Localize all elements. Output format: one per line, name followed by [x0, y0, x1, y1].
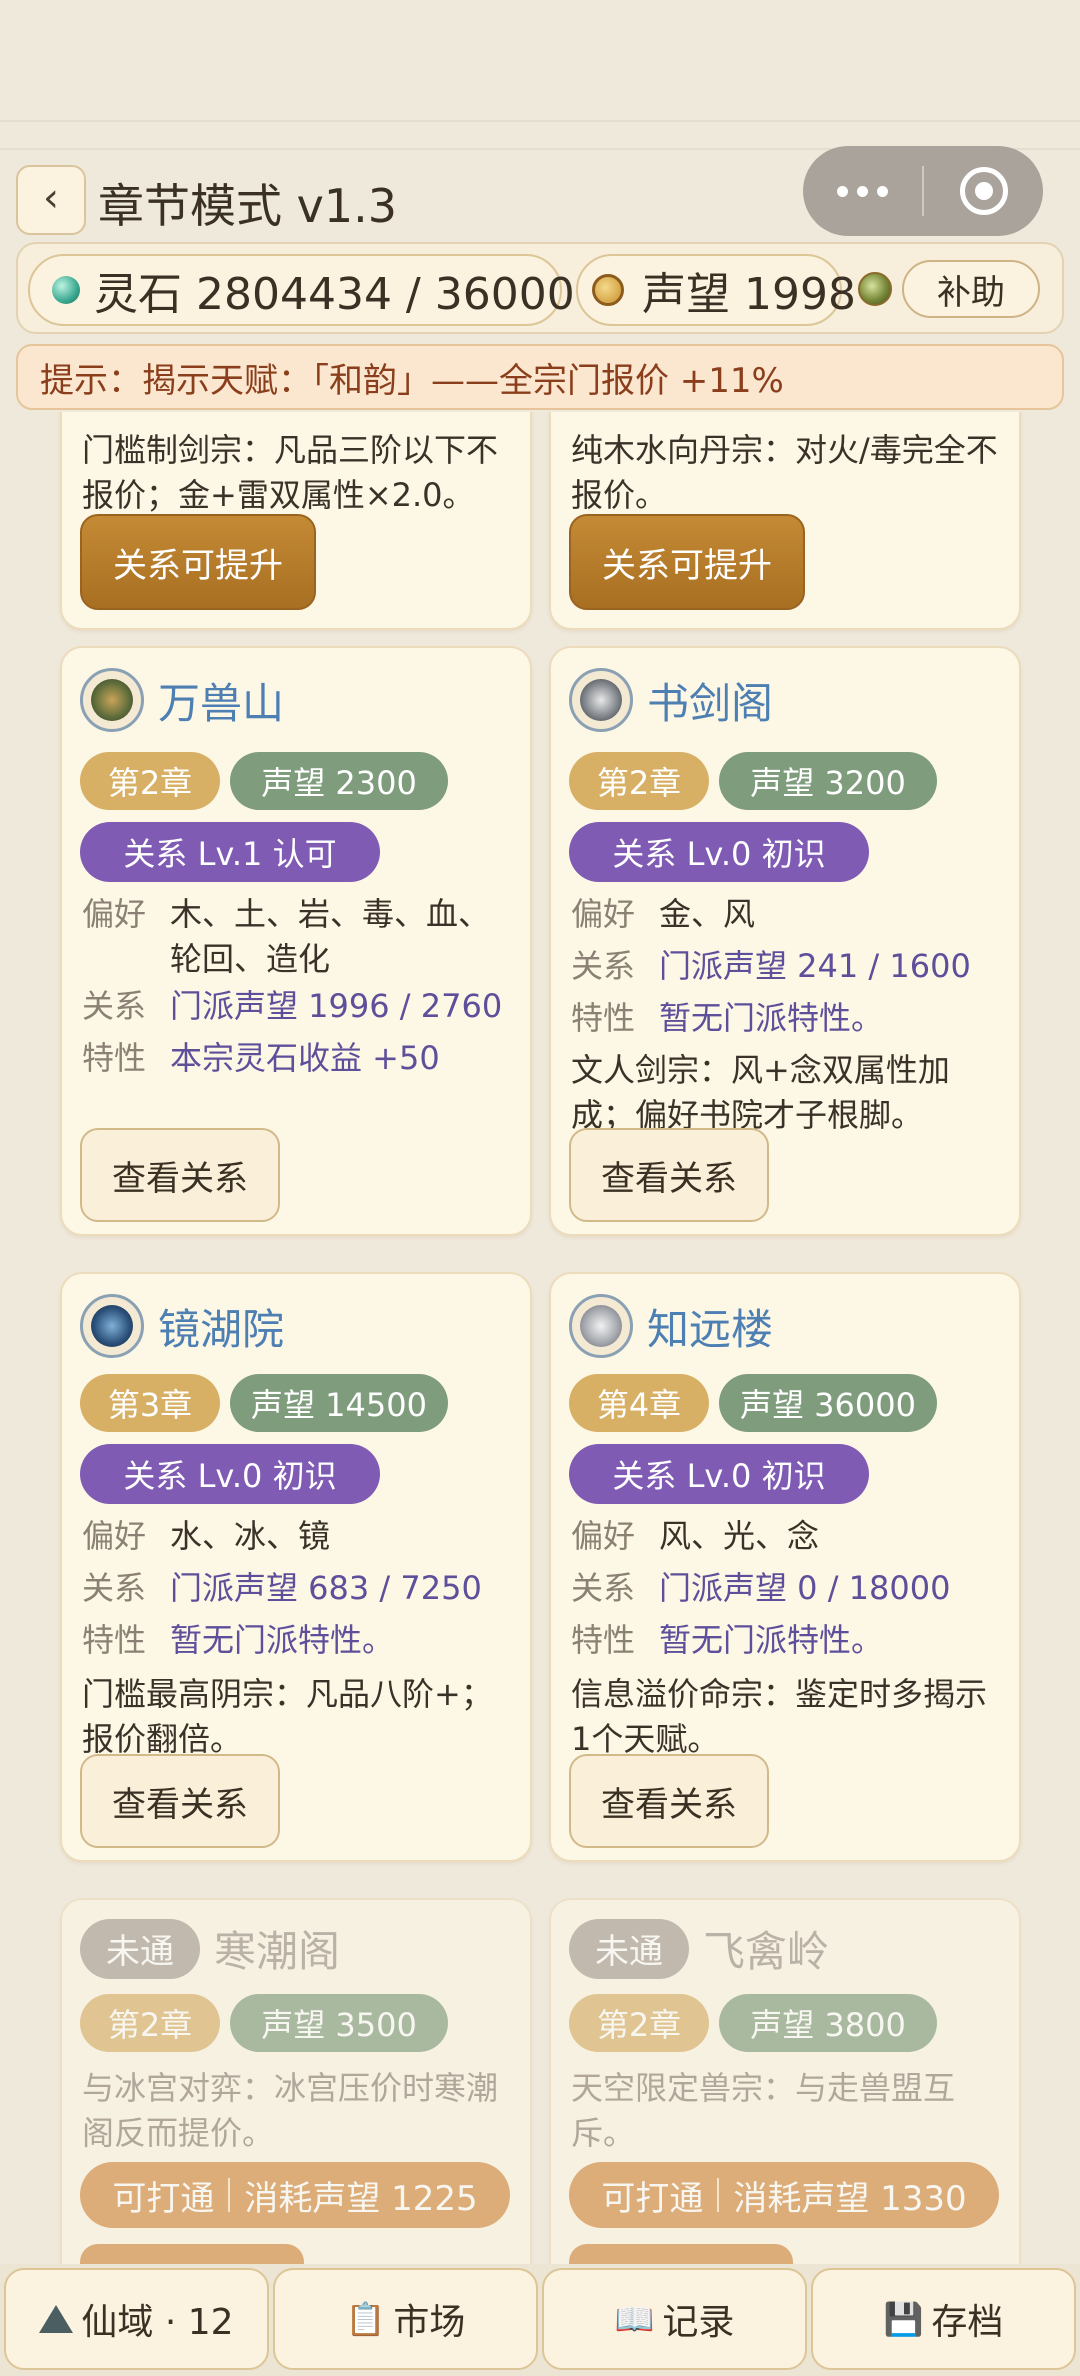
aid-button[interactable]: 补助	[902, 260, 1040, 318]
sect-emblem-icon	[80, 668, 144, 732]
mountain-icon	[39, 2305, 74, 2333]
relation-level-badge: 关系 Lv.0 初识	[569, 1444, 869, 1504]
sect-card: 镜湖院 第3章 声望 14500 关系 Lv.0 初识 偏好 水、冰、镜 关系 门派…	[60, 1272, 532, 1862]
unlock-sect-button[interactable]: 可打通 消耗声望 1330	[569, 2162, 999, 2228]
spirit-stone-counter: 灵石 2804434 / 3600000	[28, 254, 631, 326]
sect-description: 天空限定兽宗：与走兽盟互斥。	[571, 2069, 956, 2152]
reputation-badge: 声望 36000	[719, 1374, 937, 1432]
sect-description: 信息溢价命宗：鉴定时多揭示1个天赋。	[571, 1675, 988, 1758]
locked-badge: 未通	[569, 1918, 689, 1979]
bottom-nav: 仙域 · 12 📋 市场 📖 记录 💾 存档	[0, 2264, 1080, 2376]
preference-value: 水、冰、镜	[170, 1517, 331, 1555]
close-target-icon[interactable]	[924, 167, 1043, 215]
relation-value: 门派声望 1996 / 2760	[170, 987, 503, 1025]
secondary-button[interactable]	[80, 2244, 304, 2264]
trait-value: 暂无门派特性。	[659, 999, 884, 1037]
preference-value: 木、土、岩、毒、血、轮回、造化	[170, 895, 491, 978]
sect-name: 知远楼	[647, 1304, 774, 1354]
view-relation-button[interactable]: 查看关系	[80, 1754, 280, 1848]
sect-card: 书剑阁 第2章 声望 3200 关系 Lv.0 初识 偏好 金、风 关系 门派声望 …	[549, 646, 1021, 1236]
reputation-badge: 声望 3500	[230, 1994, 448, 2052]
sect-emblem-icon	[80, 1294, 144, 1358]
sect-description: 与冰宫对弈：冰宫压价时寒潮阁反而提价。	[82, 2069, 499, 2152]
relation-value: 门派声望 241 / 1600	[659, 947, 971, 985]
mini-program-capsule	[803, 146, 1043, 236]
medal-icon	[592, 274, 624, 306]
sect-card: 知远楼 第4章 声望 36000 关系 Lv.0 初识 偏好 风、光、念 关系 门派…	[549, 1272, 1021, 1862]
back-button[interactable]: ‹	[16, 165, 86, 235]
view-relation-button[interactable]: 查看关系	[569, 1128, 769, 1222]
chapter-badge: 第4章	[569, 1374, 709, 1432]
aid-coin-icon	[858, 272, 892, 306]
floppy-icon: 💾	[883, 2300, 924, 2338]
chapter-badge: 第2章	[569, 752, 709, 810]
chapter-badge: 第2章	[569, 1994, 709, 2052]
sect-emblem-icon	[569, 668, 633, 732]
clipboard-icon: 📋	[345, 2300, 386, 2338]
more-options-icon[interactable]	[803, 185, 922, 197]
sect-name: 万兽山	[158, 678, 285, 728]
reputation-badge: 声望 3200	[719, 752, 937, 810]
reputation-badge: 声望 2300	[230, 752, 448, 810]
locked-sect-card: 未通 飞禽岭 第2章 声望 3800 天空限定兽宗：与走兽盟互斥。 可打通 消耗声…	[549, 1898, 1021, 2264]
locked-badge: 未通	[80, 1918, 200, 1979]
relation-upgrade-button[interactable]: 关系可提升	[569, 514, 805, 610]
sect-emblem-icon	[569, 1294, 633, 1358]
trait-value: 暂无门派特性。	[170, 1621, 395, 1659]
chapter-badge: 第2章	[80, 752, 220, 810]
relation-level-badge: 关系 Lv.0 初识	[80, 1444, 380, 1504]
relation-level-badge: 关系 Lv.0 初识	[569, 822, 869, 882]
chapter-badge: 第2章	[80, 1994, 220, 2052]
trait-value: 本宗灵石收益 +50	[170, 1039, 440, 1077]
reputation-badge: 声望 3800	[719, 1994, 937, 2052]
resource-bar: 灵石 2804434 / 3600000 声望 1998 补助	[16, 242, 1064, 334]
locked-sect-card: 未通 寒潮阁 第2章 声望 3500 与冰宫对弈：冰宫压价时寒潮阁反而提价。 可…	[60, 1898, 532, 2264]
reputation-badge: 声望 14500	[230, 1374, 448, 1432]
view-relation-button[interactable]: 查看关系	[569, 1754, 769, 1848]
preference-value: 金、风	[659, 895, 756, 933]
sect-name: 镜湖院	[158, 1304, 285, 1354]
nav-realm-button[interactable]: 仙域 · 12	[4, 2268, 269, 2370]
sect-card: 万兽山 第2章 声望 2300 关系 Lv.1 认可 偏好 木、土、岩、毒、血、轮…	[60, 646, 532, 1236]
chapter-badge: 第3章	[80, 1374, 220, 1432]
spirit-stone-icon	[52, 276, 80, 304]
preference-value: 风、光、念	[659, 1517, 820, 1555]
sect-card-partial-right: 纯木水向丹宗：对火/毒完全不报价。 关系可提升	[549, 412, 1021, 630]
nav-save-button[interactable]: 💾 存档	[811, 2268, 1076, 2370]
book-icon: 📖	[614, 2300, 655, 2338]
nav-log-button[interactable]: 📖 记录	[542, 2268, 807, 2370]
nav-market-button[interactable]: 📋 市场	[273, 2268, 538, 2370]
trait-value: 暂无门派特性。	[659, 1621, 884, 1659]
sect-name: 寒潮阁	[214, 1927, 341, 1976]
relation-upgrade-button[interactable]: 关系可提升	[80, 514, 316, 610]
sect-card-partial-left: 门槛制剑宗：凡品三阶以下不报价；金+雷双属性×2.0。 关系可提升	[60, 412, 532, 630]
sect-description: 门槛最高阴宗：凡品八阶+；报价翻倍。	[82, 1675, 493, 1758]
sect-name: 飞禽岭	[703, 1927, 830, 1976]
page-title: 章节模式 v1.3	[98, 179, 397, 233]
unlock-sect-button[interactable]: 可打通 消耗声望 1225	[80, 2162, 510, 2228]
view-relation-button[interactable]: 查看关系	[80, 1128, 280, 1222]
relation-level-badge: 关系 Lv.1 认可	[80, 822, 380, 882]
sect-list[interactable]: 门槛制剑宗：凡品三阶以下不报价；金+雷双属性×2.0。 关系可提升 纯木水向丹宗…	[0, 412, 1080, 2264]
reputation-counter: 声望 1998	[576, 254, 856, 326]
sect-name: 书剑阁	[647, 678, 774, 728]
tip-banner: 提示：揭示天赋：「和韵」——全宗门报价 +11%	[16, 344, 1064, 410]
sect-description: 文人剑宗：风+念双属性加成；偏好书院才子根脚。	[571, 1051, 950, 1134]
relation-value: 门派声望 683 / 7250	[170, 1569, 482, 1607]
secondary-button[interactable]	[569, 2244, 793, 2264]
relation-value: 门派声望 0 / 18000	[659, 1569, 951, 1607]
